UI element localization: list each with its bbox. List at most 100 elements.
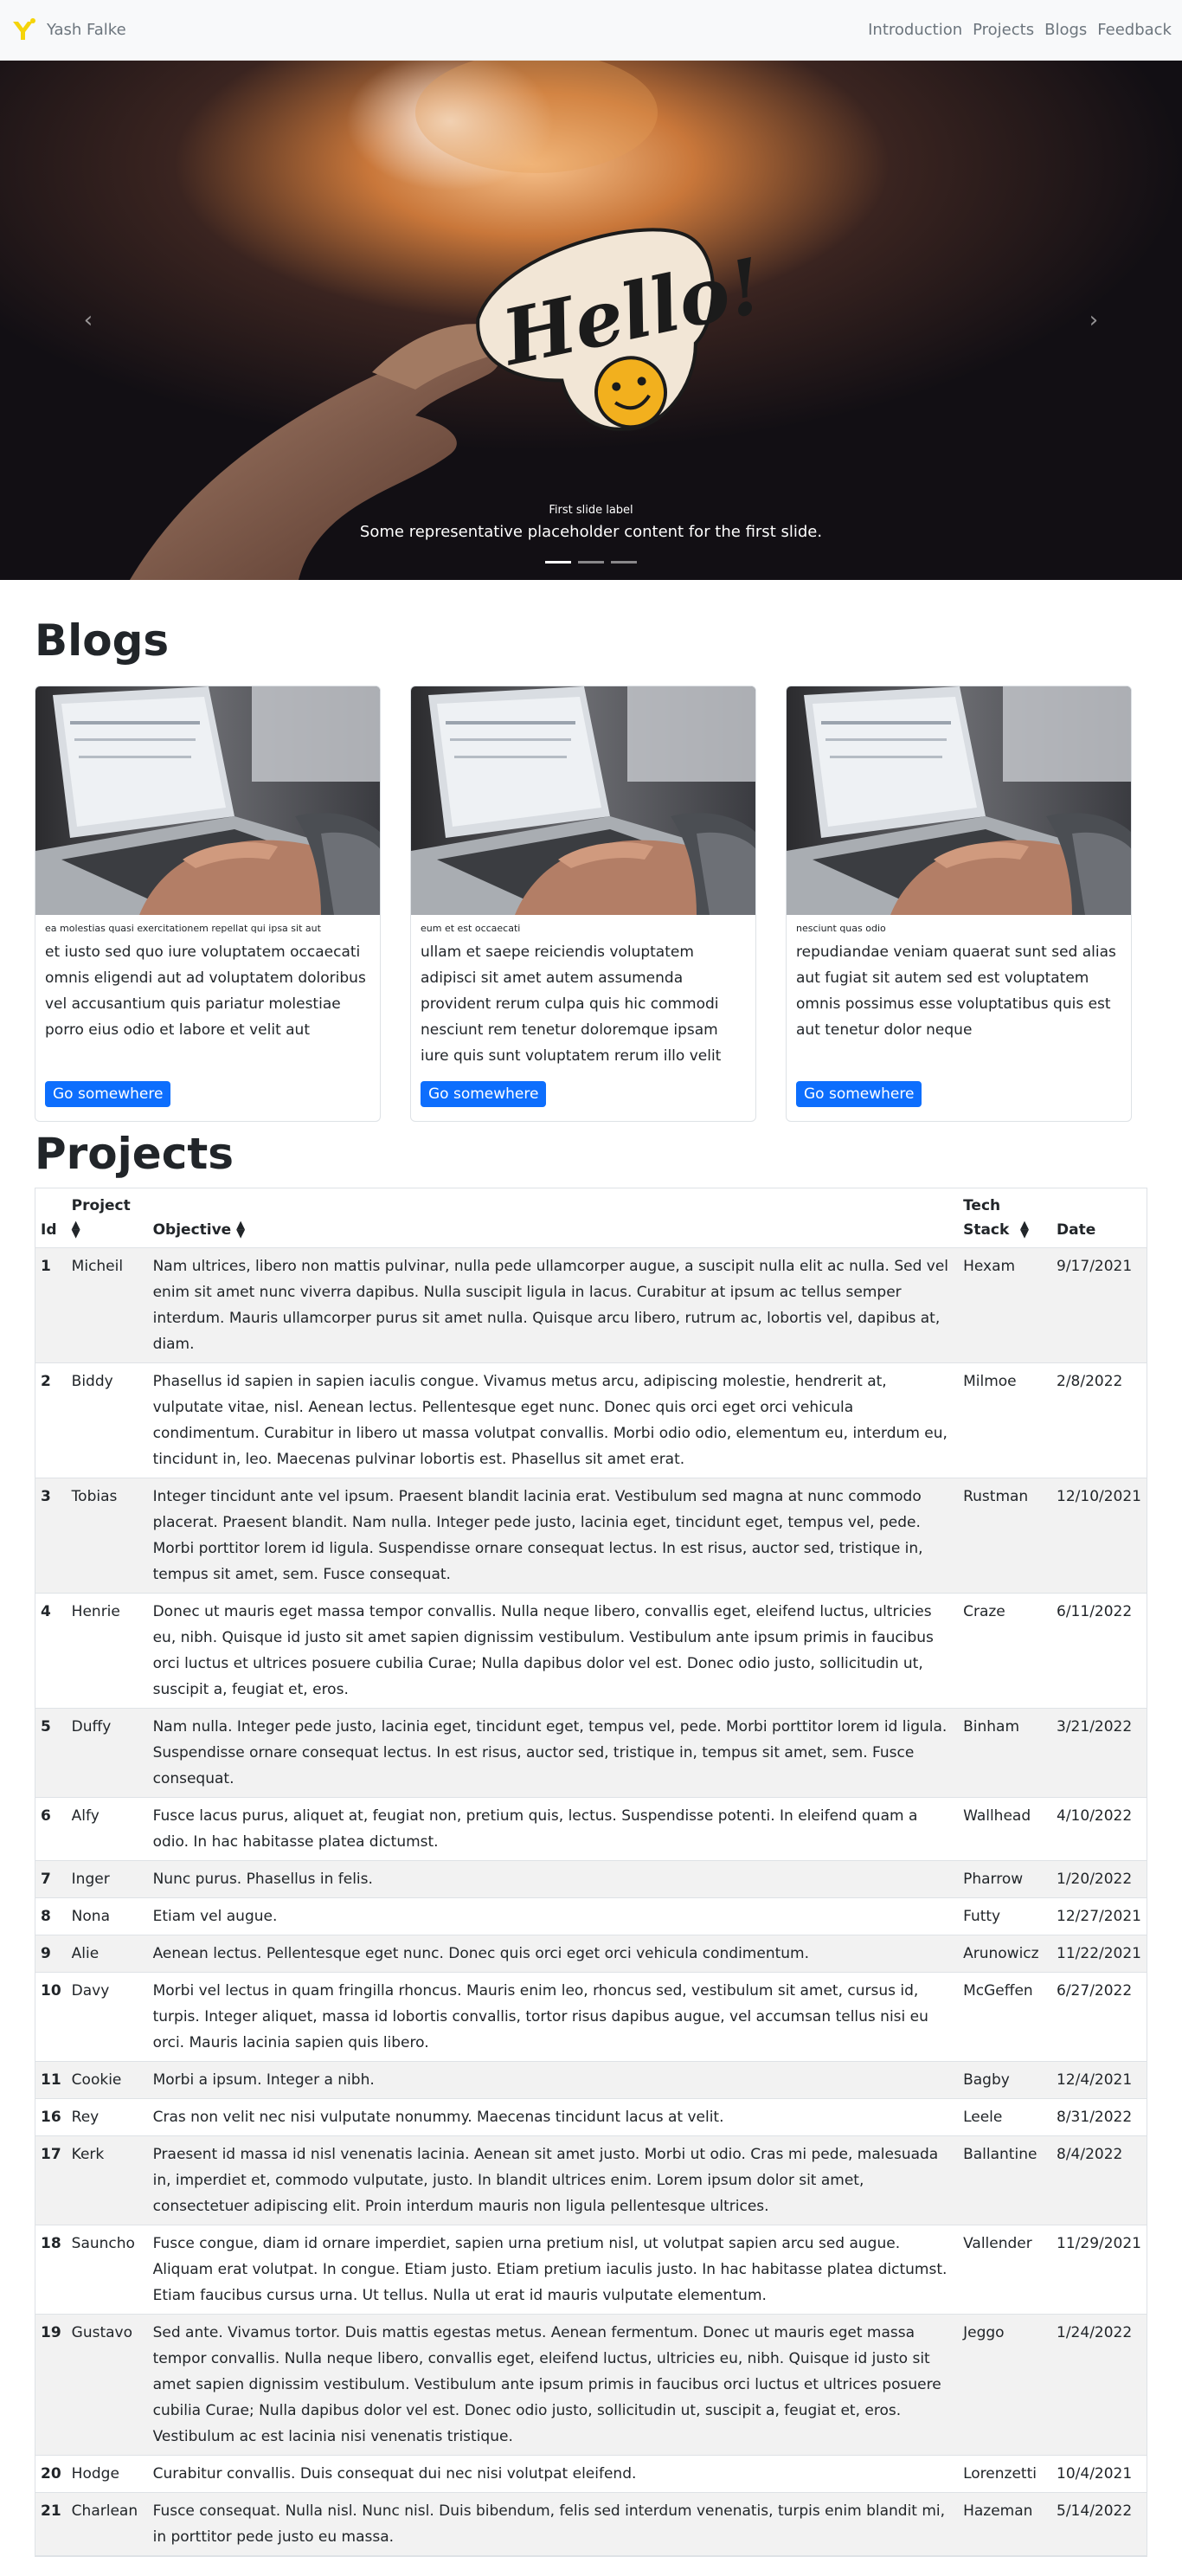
table-row: 16 Rey Cras non velit nec nisi vulputate n… <box>35 2098 1147 2136</box>
col-id[interactable]: Id <box>35 1188 67 1248</box>
nav-introduction[interactable]: Introduction <box>868 21 962 39</box>
row-tech-stack: McGeffen <box>958 1972 1052 2062</box>
row-date: 12/4/2021 <box>1051 2061 1147 2099</box>
row-id: 4 <box>35 1593 67 1709</box>
row-tech-stack: Ballantine <box>958 2135 1052 2225</box>
row-date: 10/4/2021 <box>1051 2455 1147 2493</box>
col-objective[interactable]: Objective ▲ ▼ <box>147 1188 959 1248</box>
row-id: 1 <box>35 1247 67 1363</box>
indicator-2[interactable] <box>578 561 604 564</box>
go-somewhere-button[interactable]: Go somewhere <box>421 1081 547 1107</box>
brand[interactable]: Yash Falke <box>10 16 126 44</box>
table-row: 10 Davy Morbi vel lectus in quam fringilla… <box>35 1972 1147 2062</box>
sort-icon: ▲ ▼ <box>1020 1219 1030 1240</box>
table-row: 3 Tobias Integer tincidunt ante vel ipsum.… <box>35 1478 1147 1594</box>
row-date: 1/20/2022 <box>1051 1860 1147 1898</box>
col-date[interactable]: Date <box>1051 1188 1147 1248</box>
row-objective: Nam nulla. Integer pede justo, lacinia e… <box>147 1708 959 1798</box>
row-project: Henrie <box>66 1593 148 1709</box>
row-objective: Donec ut mauris eget massa tempor conval… <box>147 1593 959 1709</box>
row-date: 8/4/2022 <box>1051 2135 1147 2225</box>
row-id: 8 <box>35 1897 67 1935</box>
row-tech-stack: Jeggo <box>958 2314 1052 2456</box>
table-row: 8 Nona Etiam vel augue. Futty 12/27/2021 <box>35 1897 1147 1935</box>
row-tech-stack: Milmoe <box>958 1362 1052 1478</box>
col-project[interactable]: Project ▲ ▼ <box>66 1188 148 1248</box>
carousel: Hello! ‹ › First slide label Some repres… <box>0 61 1182 580</box>
nav-links: Introduction Projects Blogs Feedback <box>868 21 1172 39</box>
row-tech-stack: Craze <box>958 1593 1052 1709</box>
nav-projects[interactable]: Projects <box>973 21 1034 39</box>
row-tech-stack: Arunowicz <box>958 1935 1052 1973</box>
row-tech-stack: Pharrow <box>958 1860 1052 1898</box>
row-objective: Nunc purus. Phasellus in felis. <box>147 1860 959 1898</box>
row-date: 9/17/2021 <box>1051 1247 1147 1363</box>
row-date: 11/22/2021 <box>1051 1935 1147 1973</box>
sort-icon: ▲ ▼ <box>236 1219 246 1240</box>
navbar: Yash Falke Introduction Projects Blogs F… <box>0 0 1182 61</box>
nav-blogs[interactable]: Blogs <box>1044 21 1087 39</box>
projects-table: Id Project ▲ ▼ Objective ▲ ▼ Tech Stack ▲ ▼ … <box>35 1188 1147 2557</box>
blog-card-image <box>787 686 1131 915</box>
row-project: Tobias <box>66 1478 148 1594</box>
row-date: 5/14/2022 <box>1051 2492 1147 2556</box>
indicator-3[interactable] <box>611 561 637 564</box>
row-id: 3 <box>35 1478 67 1594</box>
row-tech-stack: Binham <box>958 1708 1052 1798</box>
row-project: Nona <box>66 1897 148 1935</box>
row-date: 8/31/2022 <box>1051 2098 1147 2136</box>
blog-card: ea molestias quasi exercitationem repell… <box>35 686 381 1122</box>
row-objective: Morbi a ipsum. Integer a nibh. <box>147 2061 959 2099</box>
row-objective: Nam ultrices, libero non mattis pulvinar… <box>147 1247 959 1363</box>
indicator-1[interactable] <box>545 561 571 564</box>
blog-card-subtitle: eum et est occaecati <box>421 923 521 934</box>
row-id: 18 <box>35 2225 67 2315</box>
carousel-prev-button[interactable]: ‹ <box>71 303 106 338</box>
row-objective: Fusce consequat. Nulla nisl. Nunc nisl. … <box>147 2492 959 2556</box>
row-id: 20 <box>35 2455 67 2493</box>
brand-logo-icon <box>13 17 35 40</box>
table-row: 20 Hodge Curabitur convallis. Duis consequ… <box>35 2455 1147 2493</box>
caption-title: First slide label <box>549 504 633 517</box>
col-id-label: Id <box>41 1221 57 1239</box>
table-row: 6 Alfy Fusce lacus purus, aliquet at, feug… <box>35 1797 1147 1861</box>
row-project: Sauncho <box>66 2225 148 2315</box>
row-id: 6 <box>35 1797 67 1861</box>
carousel-slide-image: Hello! <box>0 61 1182 580</box>
carousel-next-button[interactable]: › <box>1076 303 1111 338</box>
table-row: 1 Micheil Nam ultrices, libero non mattis … <box>35 1247 1147 1363</box>
table-row: 18 Sauncho Fusce congue, diam id ornare im… <box>35 2225 1147 2315</box>
row-objective: Aenean lectus. Pellentesque eget nunc. D… <box>147 1935 959 1973</box>
row-tech-stack: Lorenzetti <box>958 2455 1052 2493</box>
row-project: Rey <box>66 2098 148 2136</box>
col-project-label: Project <box>71 1197 131 1214</box>
chevron-left-icon: ‹ <box>83 307 93 333</box>
blog-card-subtitle: nesciunt quas odio <box>796 923 886 934</box>
row-objective: Sed ante. Vivamus tortor. Duis mattis eg… <box>147 2314 959 2456</box>
go-somewhere-button[interactable]: Go somewhere <box>796 1081 922 1107</box>
col-date-label: Date <box>1057 1221 1096 1239</box>
row-id: 16 <box>35 2098 67 2136</box>
table-row: 7 Inger Nunc purus. Phasellus in felis. Pha… <box>35 1860 1147 1898</box>
row-date: 2/8/2022 <box>1051 1362 1147 1478</box>
row-objective: Morbi vel lectus in quam fringilla rhonc… <box>147 1972 959 2062</box>
row-date: 4/10/2022 <box>1051 1797 1147 1861</box>
nav-feedback[interactable]: Feedback <box>1097 21 1172 39</box>
row-tech-stack: Wallhead <box>958 1797 1052 1861</box>
col-tech-stack[interactable]: Tech Stack ▲ ▼ <box>958 1188 1052 1248</box>
table-row: 11 Cookie Morbi a ipsum. Integer a nibh. Ba… <box>35 2061 1147 2099</box>
row-project: Charlean <box>66 2492 148 2556</box>
go-somewhere-button[interactable]: Go somewhere <box>45 1081 171 1107</box>
row-objective: Fusce congue, diam id ornare imperdiet, … <box>147 2225 959 2315</box>
row-id: 2 <box>35 1362 67 1478</box>
row-id: 17 <box>35 2135 67 2225</box>
row-tech-stack: Hazeman <box>958 2492 1052 2556</box>
row-objective: Praesent id massa id nisl venenatis laci… <box>147 2135 959 2225</box>
row-project: Inger <box>66 1860 148 1898</box>
row-date: 1/24/2022 <box>1051 2314 1147 2456</box>
table-row: 4 Henrie Donec ut mauris eget massa tempor… <box>35 1593 1147 1709</box>
row-objective: Phasellus id sapien in sapien iaculis co… <box>147 1362 959 1478</box>
row-objective: Integer tincidunt ante vel ipsum. Praese… <box>147 1478 959 1594</box>
table-row: 9 Alie Aenean lectus. Pellentesque eget nu… <box>35 1935 1147 1973</box>
blog-card-text: ullam et saepe reiciendis voluptatem adi… <box>421 943 722 1065</box>
